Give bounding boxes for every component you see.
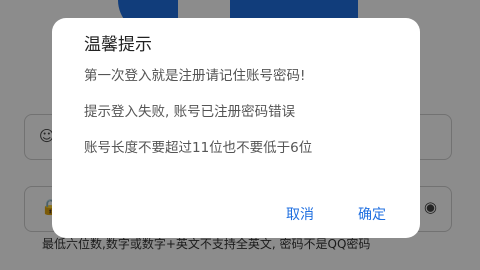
confirm-button[interactable]: 确定 [358, 206, 386, 224]
cancel-button[interactable]: 取消 [286, 206, 314, 224]
dialog-actions: 取消 确定 [286, 206, 386, 224]
dialog-message: 第一次登入就是注册请记住账号密码! 提示登入失败, 账号已注册密码错误 账号长度… [84, 66, 402, 174]
alert-dialog: 温馨提示 第一次登入就是注册请记住账号密码! 提示登入失败, 账号已注册密码错误… [52, 18, 420, 238]
dialog-title: 温馨提示 [84, 35, 152, 55]
message-line: 提示登入失败, 账号已注册密码错误 [84, 104, 296, 120]
message-line: 账号长度不要超过11位也不要低于6位 [84, 140, 313, 156]
message-line: 第一次登入就是注册请记住账号密码! [84, 68, 306, 84]
